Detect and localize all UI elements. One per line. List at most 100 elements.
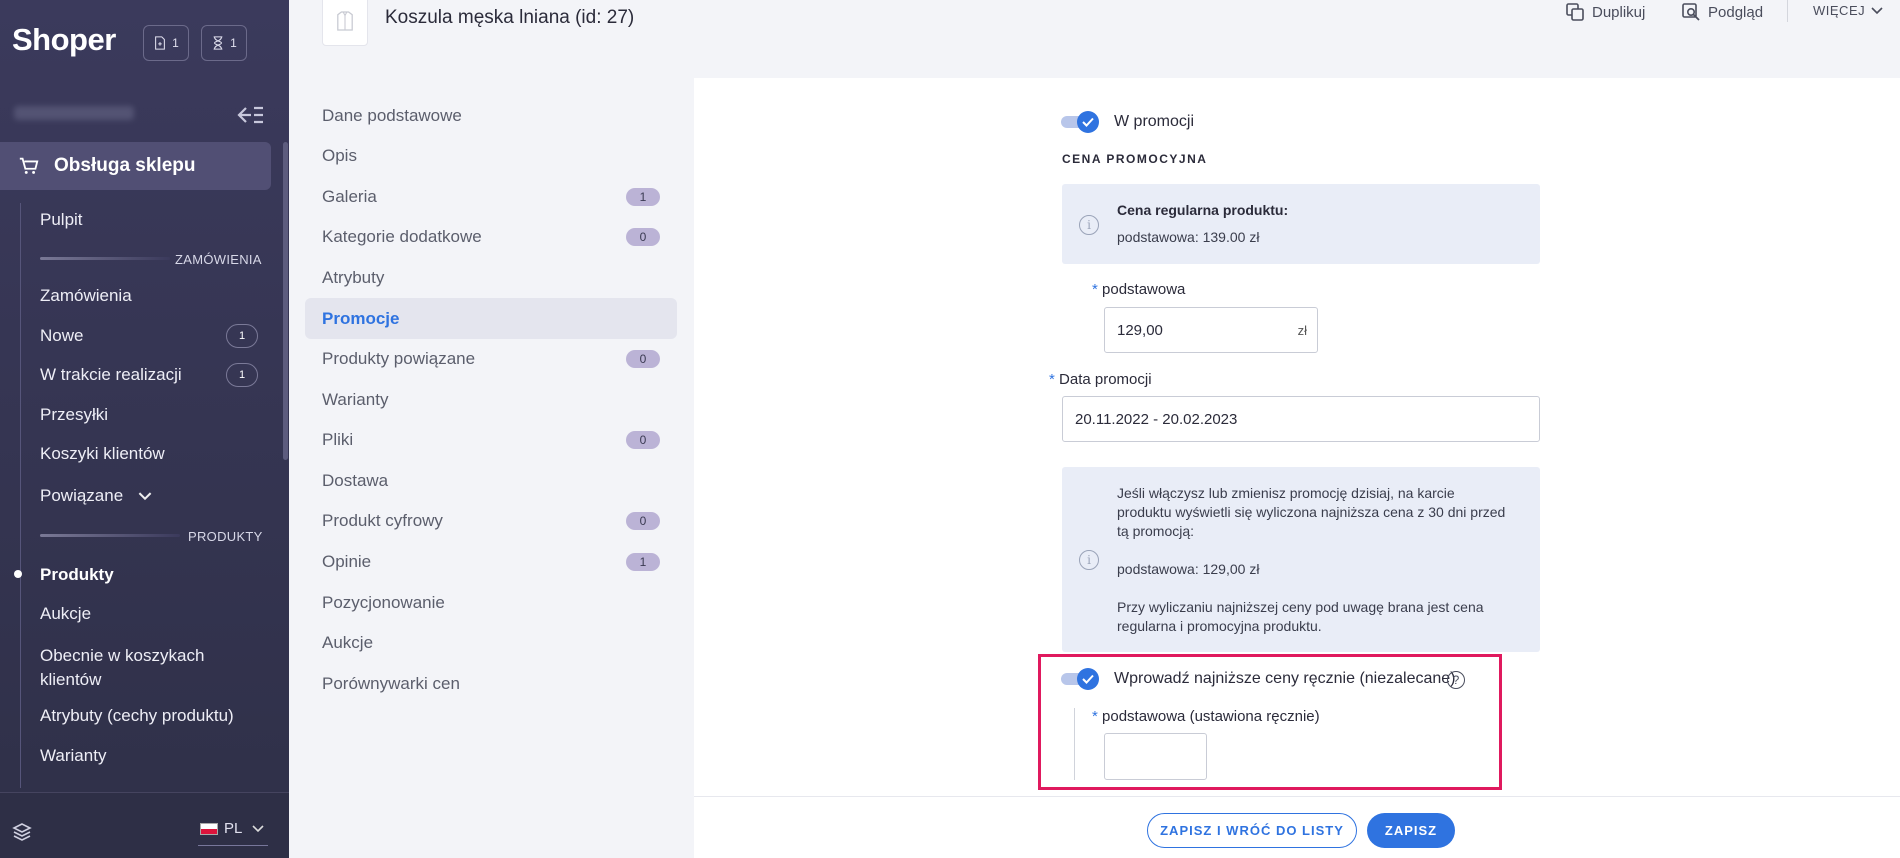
check-icon bbox=[1082, 674, 1094, 684]
section-label-products: PRODUKTY bbox=[188, 529, 263, 544]
nav-tree-line bbox=[20, 203, 21, 788]
sidebar-section-label: Obsługa sklepu bbox=[54, 155, 196, 176]
cyfrowy-count-badge: 0 bbox=[626, 512, 660, 530]
duplicate-button[interactable]: Duplikuj bbox=[1566, 3, 1645, 21]
drafts-badge[interactable]: 1 bbox=[143, 25, 189, 61]
sidebar-item-powiazane[interactable]: Powiązane bbox=[40, 486, 152, 506]
language-code: PL bbox=[224, 820, 243, 837]
sidebar-item-nowe[interactable]: Nowe bbox=[40, 326, 83, 346]
galeria-count-badge: 1 bbox=[626, 188, 660, 206]
sidebar-scrollbar[interactable] bbox=[283, 142, 288, 460]
date-label-text: Data promocji bbox=[1059, 371, 1152, 388]
document-icon bbox=[155, 36, 166, 50]
promo-toggle[interactable] bbox=[1061, 111, 1099, 133]
save-and-back-button[interactable]: ZAPISZ I WRÓĆ DO LISTY bbox=[1147, 813, 1357, 848]
menu-item-promocje[interactable]: Promocje bbox=[322, 309, 399, 329]
menu-item-produkty-powiazane[interactable]: Produkty powiązane bbox=[322, 349, 475, 369]
menu-item-warianty[interactable]: Warianty bbox=[322, 390, 388, 410]
lowest-price-note: Przy wyliczaniu najniższej ceny pod uwag… bbox=[1117, 598, 1484, 636]
pending-badge[interactable]: 1 bbox=[201, 25, 247, 61]
poland-flag-icon bbox=[200, 822, 218, 835]
sidebar-item-warianty[interactable]: Warianty bbox=[40, 746, 106, 766]
shirt-icon bbox=[337, 11, 353, 31]
info-icon: i bbox=[1079, 215, 1099, 235]
sidebar-item-obecnie[interactable]: Obecnie w koszykach klientów bbox=[40, 644, 204, 692]
obecnie-label-line1: Obecnie w koszykach bbox=[40, 646, 205, 665]
menu-item-atrybuty[interactable]: Atrybuty bbox=[322, 268, 384, 288]
obecnie-label-line2: klientów bbox=[40, 670, 102, 689]
menu-item-dane-podstawowe[interactable]: Dane podstawowe bbox=[322, 106, 462, 126]
required-mark: * bbox=[1092, 708, 1098, 725]
manual-price-label-text: podstawowa (ustawiona ręcznie) bbox=[1102, 708, 1320, 725]
promo-toggle-label: W promocji bbox=[1114, 113, 1195, 130]
manual-lowest-price-toggle[interactable] bbox=[1061, 668, 1099, 690]
menu-item-porownywarki[interactable]: Porównywarki cen bbox=[322, 674, 460, 694]
duplicate-label: Duplikuj bbox=[1592, 3, 1646, 21]
sidebar-item-w-trakcie[interactable]: W trakcie realizacji bbox=[40, 365, 182, 385]
menu-item-pliki[interactable]: Pliki bbox=[322, 430, 353, 450]
sidebar-item-aukcje[interactable]: Aukcje bbox=[40, 604, 91, 624]
hourglass-icon bbox=[213, 36, 223, 50]
sidebar bbox=[0, 0, 289, 858]
language-selector[interactable]: PL bbox=[200, 820, 264, 837]
info-line3: tą promocją: bbox=[1117, 523, 1195, 539]
preview-label: Podgląd bbox=[1708, 3, 1764, 21]
drafts-count: 1 bbox=[172, 36, 179, 50]
currency-suffix: zł bbox=[1297, 322, 1307, 338]
sidebar-item-pulpit[interactable]: Pulpit bbox=[40, 210, 83, 230]
sidebar-item-atrybuty[interactable]: Atrybuty (cechy produktu) bbox=[40, 706, 234, 726]
sidebar-item-produkty[interactable]: Produkty bbox=[40, 565, 114, 585]
price-label: * podstawowa bbox=[1092, 281, 1185, 298]
promo-price-input[interactable]: 129,00 zł bbox=[1104, 307, 1318, 353]
menu-item-galeria[interactable]: Galeria bbox=[322, 187, 377, 207]
chevron-down-icon bbox=[138, 492, 152, 501]
product-thumbnail bbox=[322, 0, 368, 46]
powiazane-label: Powiązane bbox=[40, 486, 124, 505]
sidebar-item-koszyki[interactable]: Koszyki klientów bbox=[40, 444, 165, 464]
promo-price-value: 129,00 bbox=[1117, 321, 1163, 339]
lowest-price-info-text: Jeśli włączysz lub zmienisz promocję dzi… bbox=[1117, 484, 1505, 541]
manual-price-input[interactable] bbox=[1104, 733, 1207, 780]
menu-item-pozycjonowanie[interactable]: Pozycjonowanie bbox=[322, 593, 445, 613]
menu-item-opinie[interactable]: Opinie bbox=[322, 552, 371, 572]
regular-price-box bbox=[1062, 184, 1540, 264]
help-icon[interactable]: ? bbox=[1447, 671, 1465, 689]
more-button[interactable]: WIĘCEJ bbox=[1813, 3, 1883, 18]
preview-icon bbox=[1682, 3, 1700, 21]
pliki-count-badge: 0 bbox=[626, 431, 660, 449]
sidebar-section-store[interactable]: Obsługa sklepu bbox=[0, 142, 271, 190]
shop-name-blurred bbox=[14, 106, 134, 120]
promo-date-value: 20.11.2022 - 20.02.2023 bbox=[1075, 410, 1238, 428]
menu-item-produkt-cyfrowy[interactable]: Produkt cyfrowy bbox=[322, 511, 443, 531]
menu-item-opis[interactable]: Opis bbox=[322, 146, 357, 166]
sidebar-item-przesylki[interactable]: Przesyłki bbox=[40, 405, 108, 425]
menu-item-kategorie-dodatkowe[interactable]: Kategorie dodatkowe bbox=[322, 227, 482, 247]
shoper-logo[interactable]: Shoper bbox=[12, 22, 116, 58]
menu-item-aukcje[interactable]: Aukcje bbox=[322, 633, 373, 653]
save-button[interactable]: ZAPISZ bbox=[1367, 813, 1455, 848]
date-label: * Data promocji bbox=[1049, 371, 1152, 388]
price-label-text: podstawowa bbox=[1102, 281, 1186, 298]
check-icon bbox=[1082, 117, 1094, 127]
section-label-orders: ZAMÓWIENIA bbox=[175, 252, 262, 267]
section-title: CENA PROMOCYJNA bbox=[1062, 152, 1208, 166]
preview-button[interactable]: Podgląd bbox=[1682, 3, 1763, 21]
w-trakcie-count-badge: 1 bbox=[226, 363, 258, 387]
layers-icon[interactable] bbox=[12, 822, 32, 842]
info-icon: i bbox=[1079, 550, 1099, 570]
note-line1: Przy wyliczaniu najniższej ceny pod uwag… bbox=[1117, 599, 1484, 615]
menu-item-dostawa[interactable]: Dostawa bbox=[322, 471, 388, 491]
required-mark: * bbox=[1049, 371, 1055, 388]
nowe-count-badge: 1 bbox=[226, 324, 258, 348]
sidebar-item-zamowienia[interactable]: Zamówienia bbox=[40, 286, 132, 306]
more-label: WIĘCEJ bbox=[1813, 3, 1866, 18]
manual-price-label: * podstawowa (ustawiona ręcznie) bbox=[1092, 708, 1320, 725]
promo-date-input[interactable]: 20.11.2022 - 20.02.2023 bbox=[1062, 396, 1540, 442]
duplicate-icon bbox=[1566, 3, 1584, 21]
product-title: Koszula męska lniana (id: 27) bbox=[385, 7, 635, 28]
regular-price-value: podstawowa: 139.00 zł bbox=[1117, 229, 1260, 245]
header-separator bbox=[1787, 0, 1788, 22]
manual-toggle-label: Wprowadź najniższe ceny ręcznie (niezale… bbox=[1114, 670, 1456, 687]
collapse-sidebar-icon[interactable] bbox=[236, 104, 264, 126]
note-line2: regularna i promocyjna produktu. bbox=[1117, 618, 1322, 634]
